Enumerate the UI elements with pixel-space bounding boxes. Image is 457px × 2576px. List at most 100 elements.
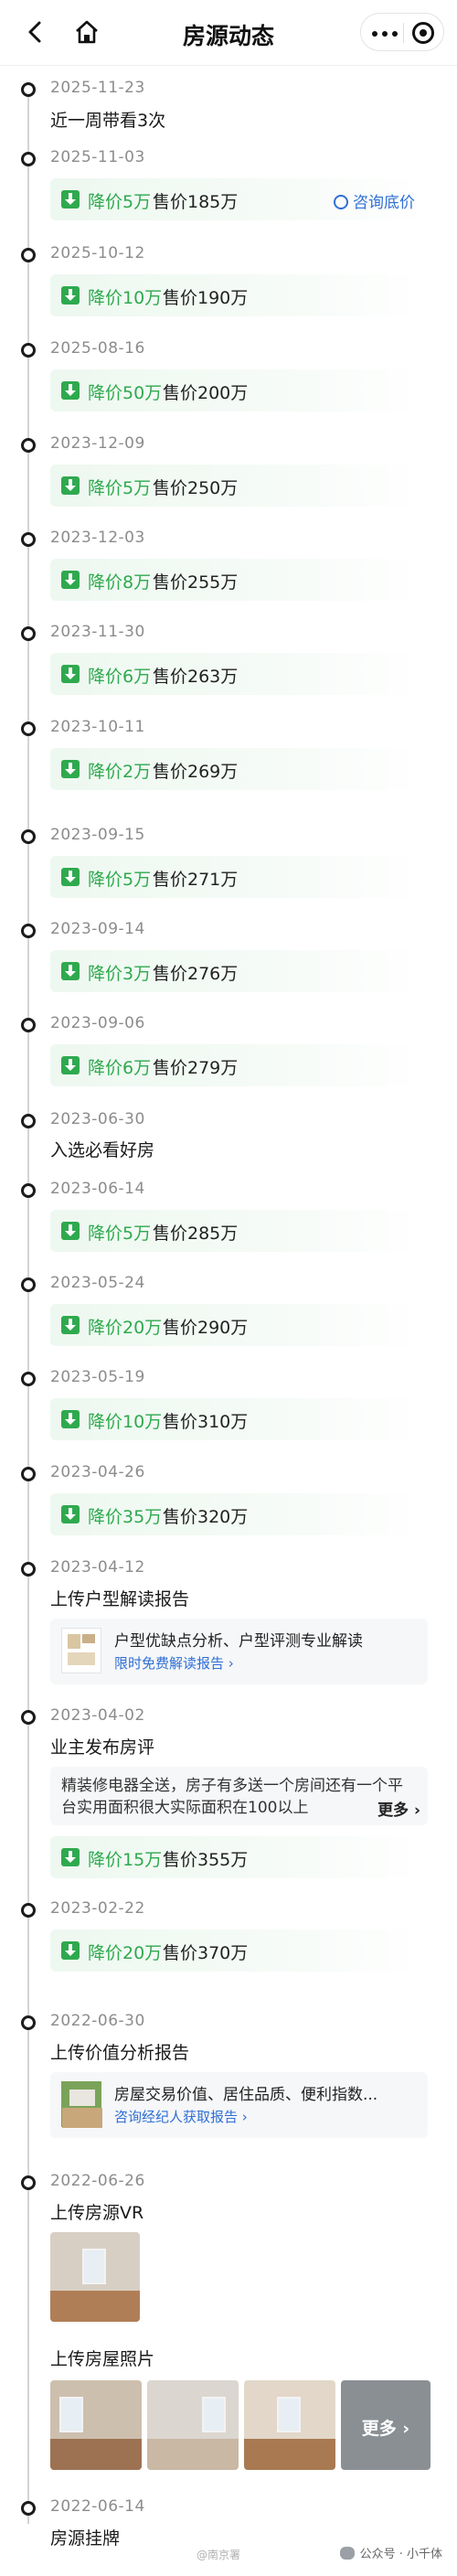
timeline-dot	[21, 1114, 36, 1128]
house-photo[interactable]	[244, 2380, 335, 2470]
price-drop-amount: 降价20万	[88, 1318, 163, 1338]
sale-price: 售价185万	[153, 192, 239, 212]
price-drop-amount: 降价10万	[88, 288, 163, 308]
price-drop-item: 降价8万 售价255万	[50, 559, 428, 601]
price-drop-amount: 降价10万	[88, 1412, 163, 1432]
price-drop-item: 降价3万 售价276万	[50, 950, 428, 992]
top-nav-bar: 房源动态	[0, 0, 457, 66]
price-down-icon	[61, 286, 80, 305]
timeline-dot	[21, 1372, 36, 1386]
event-text: 近一周带看3次	[50, 111, 166, 131]
review-more-button[interactable]: 更多 ›	[372, 1797, 420, 1820]
sale-price: 售价190万	[163, 288, 249, 308]
event-text: 房源挂牌	[50, 2528, 121, 2549]
price-drop-item: 降价5万 售价185万 咨询底价	[50, 178, 428, 220]
floorplan-report-card[interactable]: 户型优缺点分析、户型评测专业解读 限时免费解读报告 ›	[50, 1619, 428, 1684]
consult-price-button[interactable]: 咨询底价	[334, 189, 415, 212]
price-drop-amount: 降价3万	[88, 964, 152, 984]
price-down-icon	[61, 760, 80, 778]
timeline-dot	[21, 1467, 36, 1481]
more-dots-icon[interactable]	[372, 31, 398, 37]
house-photo[interactable]	[147, 2380, 239, 2470]
price-down-icon	[61, 1316, 80, 1334]
price-drop-item: 降价5万 售价250万	[50, 465, 428, 507]
price-drop-item: 降价10万 售价190万	[50, 274, 428, 316]
sale-price: 售价271万	[153, 870, 239, 890]
event-date: 2023-09-15	[50, 826, 145, 844]
event-text: 上传房屋照片	[50, 2349, 155, 2369]
price-drop-amount: 降价2万	[88, 762, 152, 782]
price-drop-item: 降价50万 售价200万	[50, 369, 428, 412]
price-drop-item: 降价10万 售价310万	[50, 1398, 428, 1440]
timeline-dot	[21, 626, 36, 641]
property-thumbnail	[61, 2081, 102, 2128]
sale-price: 售价255万	[153, 572, 239, 593]
target-icon[interactable]	[412, 22, 434, 44]
event-date: 2023-04-26	[50, 1463, 145, 1481]
sale-price: 售价355万	[163, 1850, 249, 1870]
price-drop-item: 降价6万 售价279万	[50, 1044, 428, 1086]
sale-price: 售价263万	[153, 667, 239, 687]
price-drop-item: 降价35万 售价320万	[50, 1493, 428, 1535]
free-report-link[interactable]: 限时免费解读报告 ›	[114, 1653, 234, 1673]
owner-review-card: 精装修电器全送，房子有多送一个房间还有一个平台实用面积很大实际面积在100以上 …	[50, 1767, 428, 1825]
agent-report-link[interactable]: 咨询经纪人获取报告 ›	[114, 2107, 248, 2126]
event-date: 2023-06-14	[50, 1180, 145, 1198]
sale-price: 售价279万	[153, 1058, 239, 1078]
more-photos-label: 更多 ›	[361, 2419, 410, 2439]
event-date: 2023-02-22	[50, 1899, 145, 1918]
sale-price: 售价320万	[163, 1507, 249, 1527]
timeline-dot	[21, 2175, 36, 2190]
price-drop-item: 降价6万 售价263万	[50, 653, 428, 695]
account-label: 公众号 · 小千体	[339, 2544, 442, 2561]
price-down-icon	[61, 190, 80, 208]
consult-price-label: 咨询底价	[353, 194, 415, 212]
wechat-icon	[339, 2547, 355, 2560]
event-date: 2023-05-19	[50, 1368, 145, 1386]
sale-price: 售价285万	[153, 1224, 239, 1244]
price-drop-amount: 降价5万	[88, 870, 152, 890]
event-date: 2023-09-06	[50, 1014, 145, 1032]
more-photos-button[interactable]: 更多 ›	[341, 2380, 430, 2470]
floorplan-thumbnail	[61, 1628, 101, 1673]
event-text: 上传价值分析报告	[50, 2043, 190, 2063]
timeline-dot	[21, 1903, 36, 1918]
price-drop-amount: 降价5万	[88, 478, 152, 498]
event-date: 2023-11-30	[50, 623, 145, 641]
card-title: 房屋交易价值、居住品质、便利指数...	[114, 2086, 378, 2104]
chat-icon	[334, 195, 348, 209]
timeline-dot	[21, 343, 36, 358]
event-date: 2025-08-16	[50, 339, 145, 358]
timeline-dot	[21, 82, 36, 97]
event-text: 入选必看好房	[50, 1140, 155, 1160]
house-photo[interactable]	[50, 2380, 142, 2470]
price-down-icon	[61, 1848, 80, 1866]
price-drop-amount: 降价5万	[88, 1224, 152, 1244]
timeline-dot	[21, 1018, 36, 1032]
timeline-dot	[21, 532, 36, 547]
timeline-dot	[21, 438, 36, 453]
watermark-text: @南京署	[197, 2549, 241, 2561]
price-down-icon	[61, 476, 80, 495]
card-title: 户型优缺点分析、户型评测专业解读	[114, 1632, 363, 1651]
price-down-icon	[61, 1505, 80, 1523]
timeline-dot	[21, 152, 36, 166]
event-text: 上传房源VR	[50, 2203, 144, 2223]
timeline-dot	[21, 1277, 36, 1292]
event-date: 2023-12-03	[50, 529, 145, 547]
price-down-icon	[61, 1941, 80, 1960]
vr-preview-image[interactable]	[50, 2232, 140, 2322]
price-down-icon	[61, 868, 80, 886]
timeline-dot	[21, 829, 36, 844]
timeline-dot	[21, 1710, 36, 1725]
event-date: 2022-06-26	[50, 2172, 145, 2190]
event-date: 2023-05-24	[50, 1274, 145, 1292]
price-drop-item: 降价20万 售价290万	[50, 1304, 428, 1346]
sale-price: 售价200万	[163, 383, 249, 403]
event-date: 2025-10-12	[50, 244, 145, 262]
price-down-icon	[61, 962, 80, 980]
timeline-dot	[21, 1183, 36, 1198]
mini-program-capsule	[360, 13, 444, 51]
value-report-card[interactable]: 房屋交易价值、居住品质、便利指数... 咨询经纪人获取报告 ›	[50, 2072, 428, 2138]
sale-price: 售价269万	[153, 762, 239, 782]
